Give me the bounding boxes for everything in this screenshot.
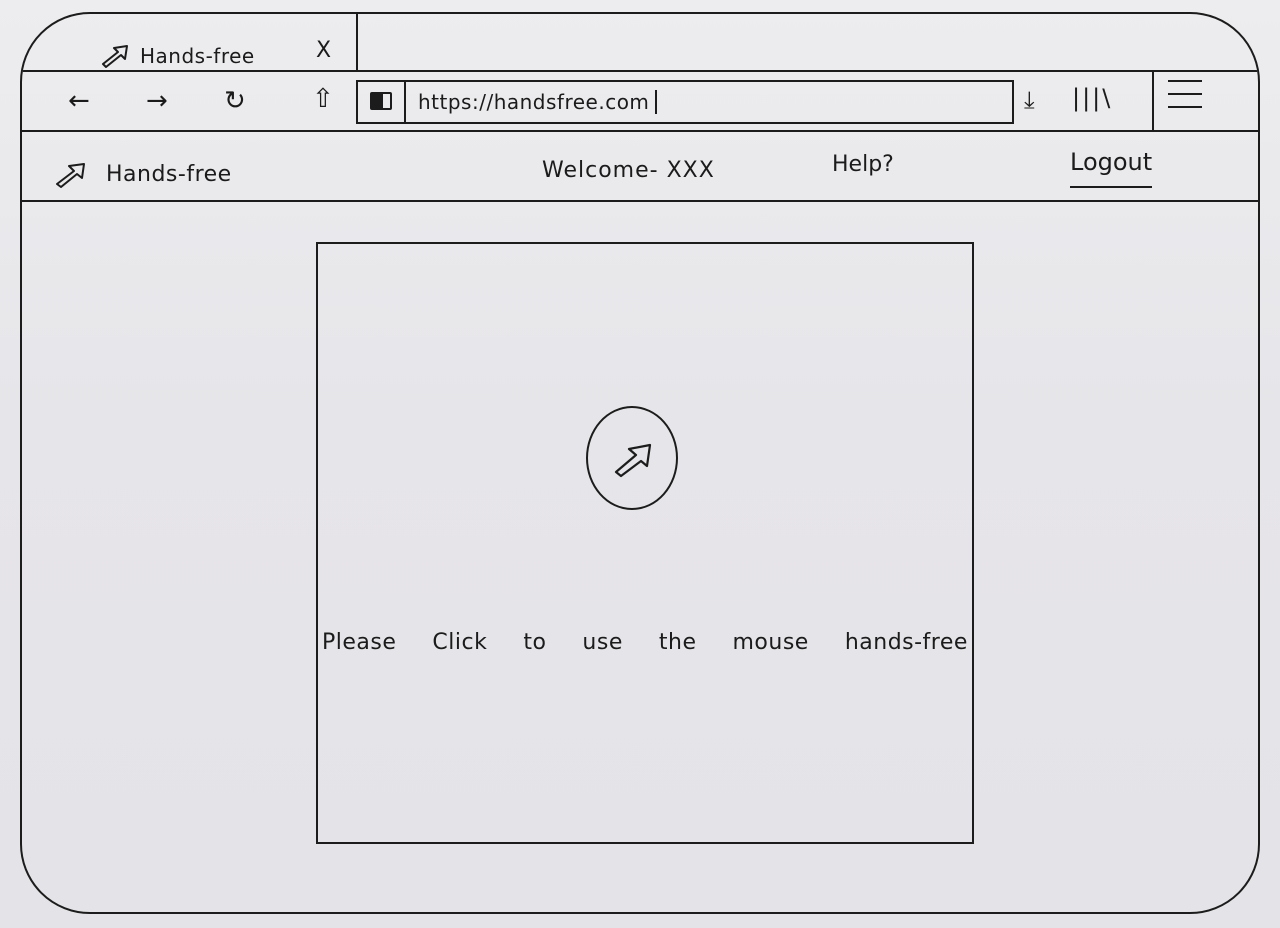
browser-window: Hands-free X ← → ↻ ⇧ https://handsfree.c… [20, 12, 1260, 914]
instruction-word: hands-free [844, 630, 968, 655]
tab-close-button[interactable]: X [316, 38, 331, 63]
tab-title: Hands-free [140, 44, 255, 68]
tab-hands-free[interactable]: Hands-free X [88, 14, 358, 72]
instruction-text: Please Click to use the mouse hands-free [322, 630, 968, 655]
site-info-button[interactable] [358, 82, 406, 122]
address-bar[interactable]: https://handsfree.com [356, 80, 1014, 124]
instruction-word: to [523, 630, 547, 655]
shield-icon [370, 92, 392, 110]
reload-button[interactable]: ↻ [224, 86, 246, 116]
arrow-cursor-icon [56, 163, 85, 188]
instruction-word: the [658, 630, 697, 655]
arrow-cursor-icon [614, 443, 652, 478]
app-name: Hands-free [106, 162, 232, 187]
hamburger-menu-icon[interactable] [1168, 80, 1202, 120]
forward-button[interactable]: → [146, 86, 168, 116]
instruction-word: use [582, 630, 623, 655]
url-text[interactable]: https://handsfree.com [418, 90, 658, 114]
arrow-cursor-icon [102, 45, 128, 68]
app-header: Hands-free Welcome- XXX Help? Logout [22, 132, 1258, 202]
sketch-background: Hands-free X ← → ↻ ⇧ https://handsfree.c… [0, 0, 1280, 928]
back-button[interactable]: ← [68, 86, 90, 116]
library-icon[interactable]: |||\ [1072, 84, 1112, 112]
logout-button[interactable]: Logout [1070, 148, 1153, 188]
enable-hands-free-button[interactable] [586, 406, 678, 510]
toolbar-divider [1152, 70, 1154, 132]
help-link[interactable]: Help? [832, 152, 894, 177]
home-button[interactable]: ⇧ [312, 84, 334, 114]
tab-strip: Hands-free X [22, 14, 1258, 72]
download-icon[interactable]: ⤓ [1024, 86, 1035, 114]
instruction-word: Please [322, 630, 397, 655]
hands-free-panel: Please Click to use the mouse hands-free [316, 242, 974, 844]
browser-toolbar: ← → ↻ ⇧ https://handsfree.com ⤓ |||\ [22, 70, 1258, 132]
welcome-message: Welcome- XXX [542, 158, 715, 183]
instruction-word: mouse [732, 630, 809, 655]
instruction-word: Click [432, 630, 488, 655]
